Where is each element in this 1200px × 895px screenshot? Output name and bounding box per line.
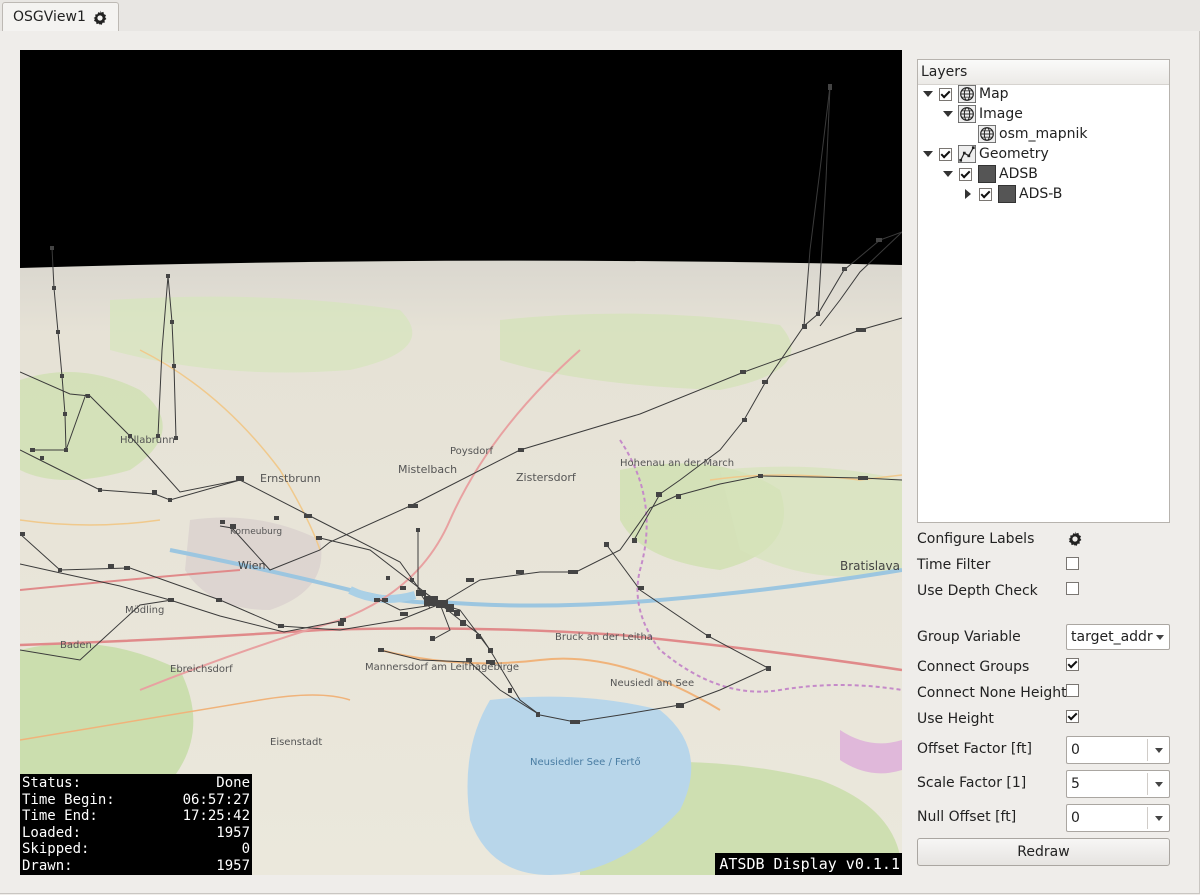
status-label: Status: bbox=[22, 775, 82, 791]
map-label-ernstbrunn: Ernstbrunn bbox=[260, 472, 321, 485]
skipped-value: 0 bbox=[241, 841, 250, 857]
version-label: ATSDB Display v0.1.1 bbox=[715, 853, 902, 875]
connect-none-height-checkbox[interactable] bbox=[1066, 684, 1079, 697]
offset-factor-label: Offset Factor [ft] bbox=[917, 741, 1032, 757]
map-scene: Wien Ernstbrunn Mistelbach Zistersdorf B… bbox=[20, 50, 902, 875]
chevron-down-icon[interactable] bbox=[1155, 816, 1163, 821]
group-variable-value: target_addr bbox=[1071, 629, 1153, 645]
time-end-row: Time End: 17:25:42 bbox=[20, 808, 252, 825]
drawn-label: Drawn: bbox=[22, 857, 73, 874]
chevron-down-icon[interactable] bbox=[1155, 748, 1163, 753]
ads-b-checkbox[interactable] bbox=[979, 187, 992, 201]
map-label-baden: Baden bbox=[60, 640, 92, 651]
time-begin-label: Time Begin: bbox=[22, 791, 115, 808]
gear-icon[interactable] bbox=[1066, 530, 1084, 548]
expand-arrow-icon[interactable] bbox=[921, 144, 935, 164]
map-label-korneuburg: Korneuburg bbox=[230, 527, 282, 537]
layers-tree[interactable]: Layers Map Image osm_mapnik Geometry ADS… bbox=[917, 59, 1170, 523]
tree-label-osm-mapnik: osm_mapnik bbox=[999, 126, 1088, 142]
tree-label-map: Map bbox=[979, 86, 1009, 102]
connect-groups-checkbox[interactable] bbox=[1066, 658, 1079, 671]
globe-icon bbox=[958, 105, 976, 123]
scale-factor-combo[interactable]: 5 bbox=[1066, 770, 1170, 798]
loaded-row: Loaded: 1957 bbox=[20, 825, 252, 842]
status-row: Status: Done bbox=[20, 775, 252, 792]
map-label-hohenau: Hohenau an der March bbox=[620, 458, 734, 469]
tree-item-adsb[interactable]: ADSB bbox=[941, 164, 1038, 184]
map-label-neusiedl: Neusiedl am See bbox=[610, 678, 694, 689]
use-height-checkbox[interactable] bbox=[1066, 710, 1079, 723]
globe-icon bbox=[958, 85, 976, 103]
tree-item-ads-b[interactable]: ADS-B bbox=[961, 184, 1062, 204]
group-variable-label: Group Variable bbox=[917, 629, 1021, 645]
drawn-row: Drawn: 1957 bbox=[20, 858, 252, 875]
osg-map-viewport[interactable]: Wien Ernstbrunn Mistelbach Zistersdorf B… bbox=[20, 50, 902, 875]
chevron-down-icon[interactable] bbox=[1155, 782, 1163, 787]
loaded-value: 1957 bbox=[216, 824, 250, 841]
time-end-label: Time End: bbox=[22, 808, 98, 824]
map-label-mistelbach: Mistelbach bbox=[398, 463, 457, 476]
null-offset-combo[interactable]: 0 bbox=[1066, 804, 1170, 832]
expand-arrow-icon[interactable] bbox=[961, 184, 975, 204]
null-offset-label: Null Offset [ft] bbox=[917, 809, 1017, 825]
configure-labels-label: Configure Labels bbox=[917, 531, 1035, 547]
map-label-poysdorf: Poysdorf bbox=[450, 446, 493, 457]
tree-label-geometry: Geometry bbox=[979, 146, 1049, 162]
scale-factor-value: 5 bbox=[1071, 776, 1080, 792]
time-begin-row: Time Begin: 06:57:27 bbox=[20, 792, 252, 809]
tree-item-map[interactable]: Map bbox=[921, 84, 1009, 104]
gray-square-icon bbox=[978, 165, 996, 183]
loaded-label: Loaded: bbox=[22, 824, 82, 841]
tree-item-osm-mapnik[interactable]: osm_mapnik bbox=[978, 124, 1087, 144]
tab-label: OSGView1 bbox=[13, 9, 86, 25]
map-checkbox[interactable] bbox=[939, 87, 952, 101]
redraw-button[interactable]: Redraw bbox=[917, 838, 1170, 866]
use-depth-check-label: Use Depth Check bbox=[917, 583, 1038, 599]
map-label-moedling: Mödling bbox=[125, 605, 164, 616]
globe-icon bbox=[978, 125, 996, 143]
tree-item-image[interactable]: Image bbox=[941, 104, 1023, 124]
time-filter-checkbox[interactable] bbox=[1066, 557, 1079, 570]
geometry-icon bbox=[958, 145, 976, 163]
status-value: Done bbox=[216, 775, 250, 791]
group-variable-select[interactable]: target_addr bbox=[1066, 624, 1170, 650]
expand-arrow-icon[interactable] bbox=[921, 84, 935, 104]
tree-label-adsb: ADSB bbox=[999, 166, 1038, 182]
skipped-row: Skipped: 0 bbox=[20, 841, 252, 858]
tree-label-ads-b: ADS-B bbox=[1019, 186, 1063, 202]
map-label-bratislava: Bratislava bbox=[840, 559, 900, 573]
connect-groups-label: Connect Groups bbox=[917, 659, 1030, 675]
geometry-checkbox[interactable] bbox=[939, 147, 952, 161]
map-label-neusiedler-see: Neusiedler See / Fertő bbox=[530, 756, 641, 768]
use-height-label: Use Height bbox=[917, 711, 994, 727]
offset-factor-value: 0 bbox=[1071, 742, 1080, 758]
layers-header: Layers bbox=[918, 60, 1169, 85]
use-depth-check-checkbox[interactable] bbox=[1066, 582, 1079, 595]
adsb-checkbox[interactable] bbox=[959, 167, 972, 181]
time-end-value: 17:25:42 bbox=[182, 808, 250, 824]
null-offset-value: 0 bbox=[1071, 810, 1080, 826]
tree-label-image: Image bbox=[979, 106, 1023, 122]
map-label-ebreichsdorf: Ebreichsdorf bbox=[170, 664, 233, 675]
tab-bar: OSGView1 bbox=[0, 0, 1200, 32]
status-overlay: Status: Done Time Begin: 06:57:27 Time End… bbox=[20, 774, 252, 875]
gear-icon[interactable] bbox=[91, 9, 109, 27]
drawn-value: 1957 bbox=[216, 857, 250, 874]
connect-none-height-label: Connect None Height bbox=[917, 685, 1067, 701]
gray-square-icon bbox=[998, 185, 1016, 203]
tree-item-geometry[interactable]: Geometry bbox=[921, 144, 1049, 164]
skipped-label: Skipped: bbox=[22, 841, 90, 857]
scale-factor-label: Scale Factor [1] bbox=[917, 775, 1027, 791]
time-filter-label: Time Filter bbox=[917, 557, 991, 573]
tab-osgview1[interactable]: OSGView1 bbox=[2, 2, 119, 31]
offset-factor-combo[interactable]: 0 bbox=[1066, 736, 1170, 764]
expand-arrow-icon[interactable] bbox=[941, 104, 955, 124]
map-label-mannersdorf: Mannersdorf am Leithagebirge bbox=[365, 662, 519, 673]
chevron-down-icon bbox=[1156, 635, 1164, 640]
expand-arrow-icon[interactable] bbox=[941, 164, 955, 184]
map-label-zistersdorf: Zistersdorf bbox=[516, 471, 577, 484]
time-begin-value: 06:57:27 bbox=[182, 791, 250, 808]
map-label-bruck: Bruck an der Leitha bbox=[555, 632, 653, 643]
map-label-eisenstadt: Eisenstadt bbox=[270, 737, 322, 748]
